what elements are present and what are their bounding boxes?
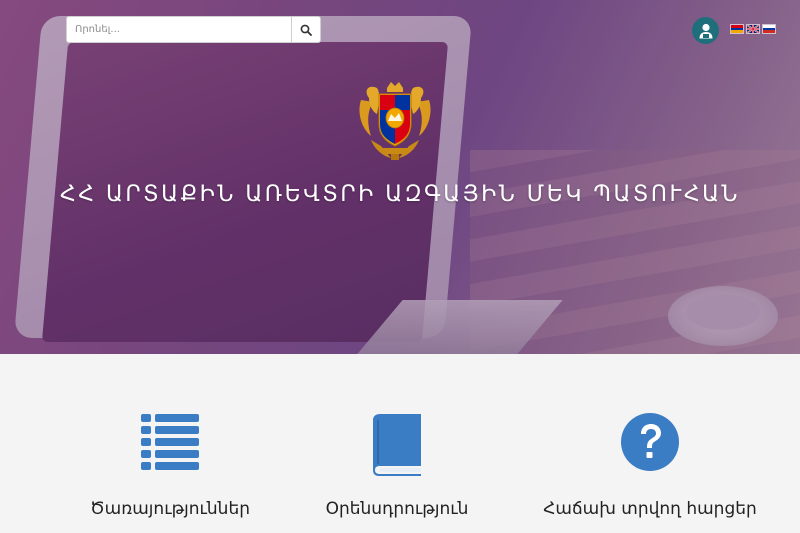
list-icon xyxy=(141,414,199,470)
search-box xyxy=(66,16,321,43)
feature-label: Հաճախ տրվող հարցեր xyxy=(543,499,757,519)
hero-overlay xyxy=(0,0,800,354)
feature-label: Օրենսդրություն xyxy=(325,499,469,519)
search-button[interactable] xyxy=(291,17,320,42)
user-account-button[interactable] xyxy=(692,17,719,44)
user-icon xyxy=(699,23,712,38)
coat-of-arms-icon xyxy=(359,82,431,160)
hero-banner: ՀՀ ԱՐՏԱՔԻՆ ԱՌԵՎՏՐԻ ԱԶԳԱՅԻՆ ՄԵԿ ՊԱՏՈՒՀԱՆ xyxy=(0,0,800,354)
flag-russian-icon[interactable] xyxy=(762,24,776,34)
feature-label: Ծառայություններ xyxy=(89,499,251,519)
page-title: ՀՀ ԱՐՏԱՔԻՆ ԱՌԵՎՏՐԻ ԱԶԳԱՅԻՆ ՄԵԿ ՊԱՏՈՒՀԱՆ xyxy=(60,182,740,207)
feature-services[interactable]: Ծառայություններ xyxy=(60,412,280,519)
question-circle-icon xyxy=(621,413,679,471)
feature-legislation[interactable]: Օրենսդրություն xyxy=(287,412,507,519)
book-icon xyxy=(373,414,421,476)
search-icon xyxy=(300,24,312,36)
flag-english-icon[interactable] xyxy=(746,24,760,34)
search-input[interactable] xyxy=(67,17,291,42)
feature-faq[interactable]: Հաճախ տրվող հարցեր xyxy=(540,412,760,519)
language-switcher xyxy=(730,24,776,34)
feature-section: Ծառայություններ Օրենսդրություն Հաճախ տրվ… xyxy=(0,354,800,533)
flag-armenian-icon[interactable] xyxy=(730,24,744,34)
